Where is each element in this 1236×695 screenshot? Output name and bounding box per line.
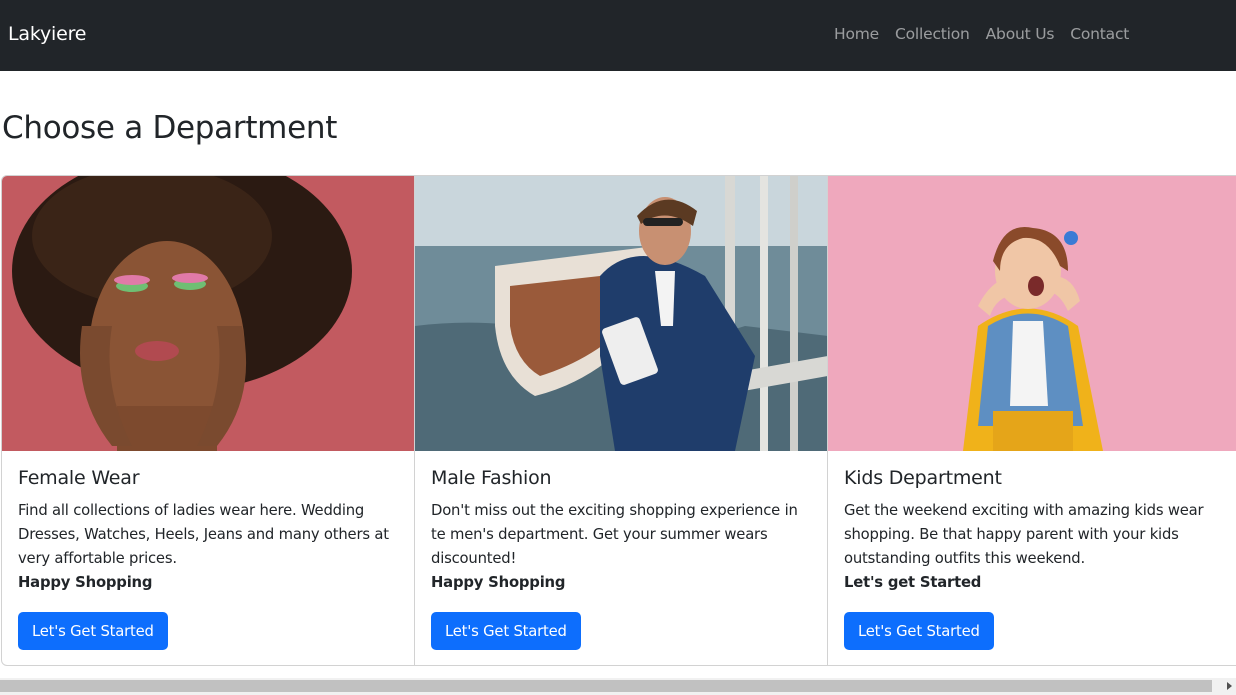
- card-body: Male Fashion Don't miss out the exciting…: [415, 467, 827, 595]
- horizontal-scrollbar[interactable]: [0, 678, 1236, 695]
- get-started-button[interactable]: Let's Get Started: [18, 612, 168, 650]
- card-text: Don't miss out the exciting shopping exp…: [431, 502, 798, 567]
- get-started-button[interactable]: Let's Get Started: [844, 612, 994, 650]
- scrollbar-thumb[interactable]: [0, 680, 1212, 692]
- kids-department-image: [828, 176, 1236, 451]
- card-kids-department: Kids Department Get the weekend exciting…: [828, 176, 1236, 665]
- nav-link-about-us[interactable]: About Us: [986, 25, 1055, 43]
- card-tagline: Let's get Started: [844, 574, 982, 591]
- card-title: Male Fashion: [431, 467, 552, 489]
- scroll-right-arrow-icon[interactable]: [1227, 682, 1232, 690]
- nav-link-home[interactable]: Home: [834, 25, 879, 43]
- nav-links: Home Collection About Us Contact: [834, 25, 1145, 43]
- female-wear-image: [2, 176, 414, 451]
- male-fashion-image: [415, 176, 827, 451]
- nav-link-contact[interactable]: Contact: [1070, 25, 1129, 43]
- card-tagline: Happy Shopping: [18, 574, 153, 591]
- get-started-button[interactable]: Let's Get Started: [431, 612, 581, 650]
- card-female-wear: Female Wear Find all collections of ladi…: [2, 176, 415, 665]
- card-male-fashion: Male Fashion Don't miss out the exciting…: [415, 176, 828, 665]
- card-title: Female Wear: [18, 467, 140, 489]
- card-text: Get the weekend exciting with amazing ki…: [844, 502, 1204, 567]
- card-title: Kids Department: [844, 467, 1002, 489]
- card-body: Female Wear Find all collections of ladi…: [2, 467, 414, 595]
- nav-link-collection[interactable]: Collection: [895, 25, 970, 43]
- card-text: Find all collections of ladies wear here…: [18, 502, 389, 567]
- page-title: Choose a Department: [2, 110, 338, 146]
- card-body: Kids Department Get the weekend exciting…: [828, 467, 1236, 595]
- top-navbar: Lakyiere Home Collection About Us Contac…: [0, 0, 1236, 71]
- card-tagline: Happy Shopping: [431, 574, 566, 591]
- brand-logo[interactable]: Lakyiere: [8, 23, 86, 45]
- department-card-group: Female Wear Find all collections of ladi…: [1, 175, 1236, 666]
